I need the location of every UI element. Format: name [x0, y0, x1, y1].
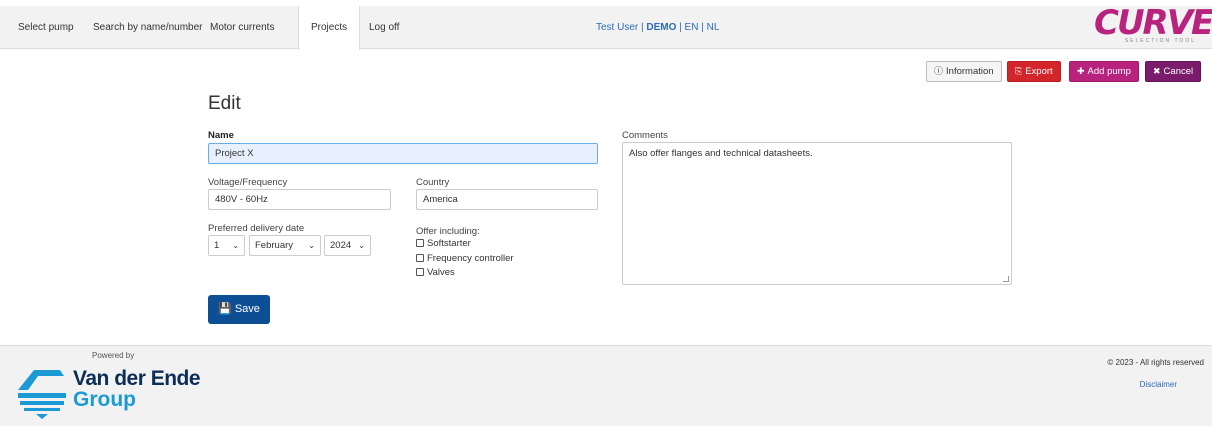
comments-text: Also offer flanges and technical datashe…	[629, 148, 813, 159]
softstarter-label: Softstarter	[427, 238, 471, 249]
plus-icon: ✚	[1077, 66, 1085, 76]
chevron-down-icon: ⌄	[232, 241, 239, 250]
info-icon: ⓘ	[934, 66, 944, 76]
valves-label: Valves	[427, 267, 455, 278]
frequency-controller-option[interactable]: Frequency controller	[416, 253, 514, 265]
separator: |	[676, 22, 685, 33]
year-select[interactable]: 2024 ⌄	[324, 235, 371, 256]
powered-by-text: Powered by	[92, 351, 135, 360]
cancel-label: Cancel	[1163, 66, 1194, 77]
close-icon: ✖	[1153, 66, 1161, 76]
add-pump-button[interactable]: ✚ Add pump	[1069, 61, 1139, 82]
disclaimer-link[interactable]: Disclaimer	[1140, 380, 1177, 389]
month-value: February	[255, 240, 294, 251]
language-en-link[interactable]: EN	[685, 22, 699, 33]
export-button[interactable]: ⎘ Export	[1007, 61, 1061, 82]
country-label: Country	[416, 177, 450, 188]
softstarter-option[interactable]: Softstarter	[416, 238, 471, 250]
information-label: Information	[946, 66, 994, 77]
frequency-controller-label: Frequency controller	[427, 253, 514, 264]
nav-search-by-name-number[interactable]: Search by name/number	[85, 6, 211, 49]
resize-handle-icon[interactable]	[1003, 276, 1009, 282]
day-select[interactable]: 1 ⌄	[208, 235, 245, 256]
chevron-down-icon: ⌄	[308, 241, 315, 250]
delivery-date-label: Preferred delivery date	[208, 223, 305, 234]
account-link[interactable]: DEMO	[646, 22, 676, 33]
name-input[interactable]: Project X	[208, 143, 598, 164]
comments-textarea[interactable]: Also offer flanges and technical datashe…	[622, 142, 1012, 285]
voltage-label: Voltage/Frequency	[208, 177, 288, 188]
footer: Powered by Van der Ende Group © 2023 - A…	[0, 345, 1212, 426]
year-value: 2024	[330, 240, 352, 251]
van-der-ende-logo-icon	[18, 370, 66, 419]
nav-motor-currents[interactable]: Motor currents	[202, 6, 282, 49]
copyright-text: © 2023 - All rights reserved	[1107, 358, 1204, 367]
user-name-link[interactable]: Test User	[596, 22, 638, 33]
country-input[interactable]: America	[416, 189, 598, 210]
day-value: 1	[214, 240, 220, 251]
nav-select-pump[interactable]: Select pump	[10, 6, 82, 49]
chevron-down-icon: ⌄	[358, 241, 365, 250]
user-info: Test User | DEMO | EN | NL	[596, 6, 719, 49]
nav-log-off[interactable]: Log off	[361, 6, 407, 49]
brand-group: Group	[73, 388, 136, 411]
logo-subtitle: SELECTION TOOL	[1124, 38, 1196, 44]
softstarter-checkbox[interactable]	[416, 239, 424, 247]
curves-logo[interactable]: CURVES SELECTION TOOL	[1094, 3, 1212, 49]
nav-projects[interactable]: Projects	[298, 6, 361, 50]
frequency-controller-checkbox[interactable]	[416, 254, 424, 262]
page-title: Edit	[208, 93, 241, 114]
name-label: Name	[208, 130, 234, 141]
export-label: Export	[1025, 66, 1053, 77]
month-select[interactable]: February ⌄	[249, 235, 321, 256]
valves-option[interactable]: Valves	[416, 267, 455, 279]
save-label: Save	[234, 303, 260, 315]
valves-checkbox[interactable]	[416, 268, 424, 276]
logo-wordmark: CURVES	[1094, 3, 1212, 43]
information-button[interactable]: ⓘ Information	[926, 61, 1002, 82]
cancel-button[interactable]: ✖ Cancel	[1145, 61, 1202, 82]
add-pump-label: Add pump	[1087, 66, 1131, 77]
save-button[interactable]: 💾 Save	[208, 295, 270, 324]
save-icon: 💾	[218, 303, 232, 315]
top-navigation: Select pump Search by name/number Motor …	[0, 3, 1212, 50]
comments-label: Comments	[622, 130, 668, 141]
separator: |	[698, 22, 707, 33]
offer-including-label: Offer including:	[416, 226, 480, 237]
pdf-icon: ⎘	[1015, 66, 1023, 76]
brand-name: Van der Ende	[73, 367, 201, 390]
voltage-input[interactable]: 480V - 60Hz	[208, 189, 391, 210]
language-nl-link[interactable]: NL	[707, 22, 720, 33]
